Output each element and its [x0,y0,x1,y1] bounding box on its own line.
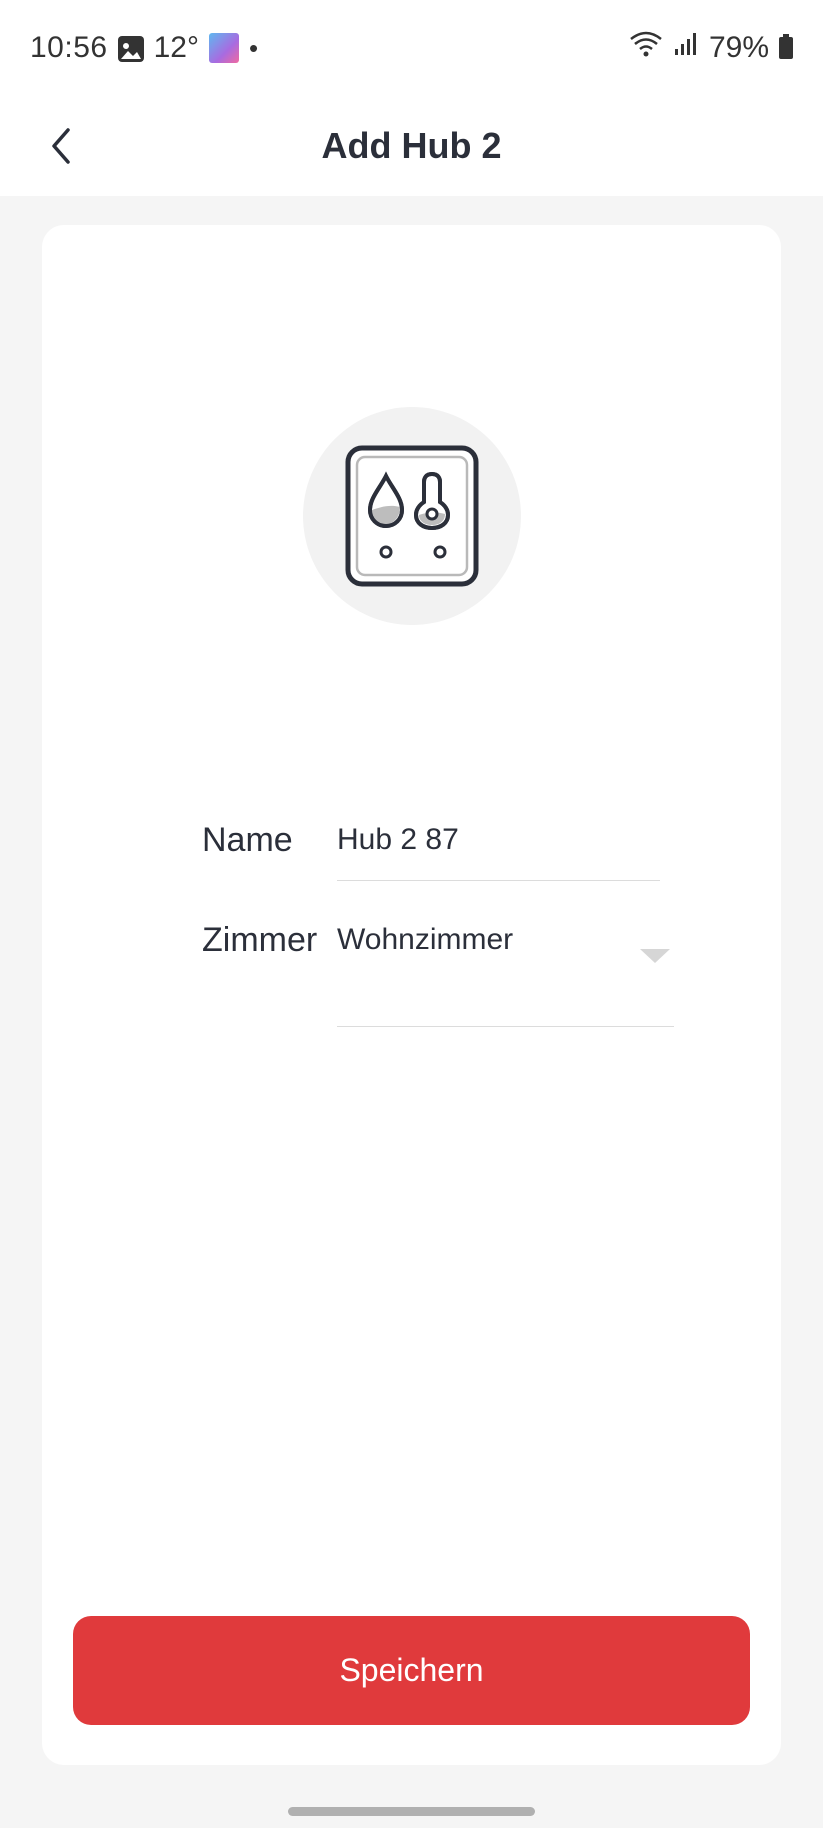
device-icon-container [303,407,521,625]
name-field[interactable]: Hub 2 87 [337,819,660,881]
battery-percent: 79% [708,31,769,64]
content-card: Name Hub 2 87 Zimmer Wohnzimmer Speicher… [42,225,781,1765]
save-button[interactable]: Speichern [73,1616,750,1725]
name-label: Name [202,821,293,859]
back-button[interactable] [30,114,94,178]
home-indicator[interactable] [288,1807,535,1816]
notification-dot: • [248,32,259,63]
room-row: Zimmer Wohnzimmer [202,919,674,1027]
signal-icon [673,31,699,65]
battery-icon [779,34,793,59]
room-label: Zimmer [202,921,318,959]
status-time: 10:56 [30,31,108,64]
status-bar-left: 10:56 12° • [30,31,258,65]
hub-2-device-icon [345,445,479,587]
page-title: Add Hub 2 [321,125,502,166]
weather-tile-icon [208,33,239,63]
name-row: Name Hub 2 87 [202,819,660,881]
chevron-left-icon [52,128,70,164]
gallery-icon [117,36,144,62]
status-bar: 10:56 12° • 79% [0,0,823,96]
status-temperature: 12° [153,31,199,64]
status-bar-right: 79% [629,30,793,66]
app-header: Add Hub 2 [0,96,823,196]
wifi-icon [629,30,663,66]
room-value: Wohnzimmer [337,923,514,956]
room-dropdown[interactable]: Wohnzimmer [337,919,674,1027]
name-value: Hub 2 87 [337,823,459,856]
caret-down-icon [640,949,670,963]
